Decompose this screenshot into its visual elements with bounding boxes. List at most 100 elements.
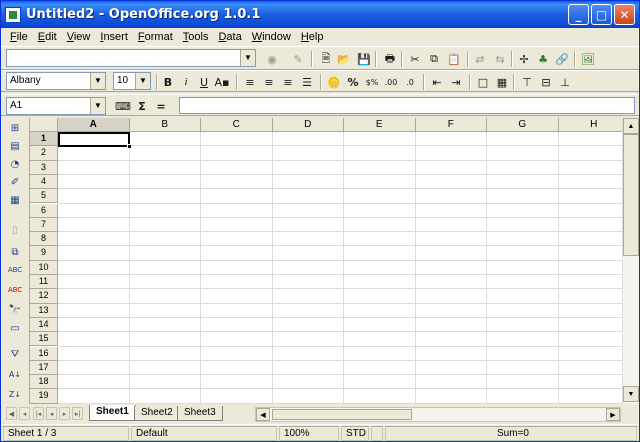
prev-sheet-icon[interactable]: ◂ xyxy=(19,407,30,420)
app-icon[interactable] xyxy=(5,6,21,23)
row-header-11[interactable]: 11 xyxy=(30,275,58,290)
autofilter-icon[interactable]: ⛛ xyxy=(7,347,23,361)
minimize-button[interactable]: _ xyxy=(568,4,589,25)
row-header-14[interactable]: 14 xyxy=(30,317,58,333)
align-middle-icon[interactable]: ⊟ xyxy=(537,73,555,91)
column-header-c[interactable]: C xyxy=(201,118,273,132)
close-button[interactable]: ✕ xyxy=(614,4,635,25)
cut-icon[interactable]: ✂ xyxy=(406,50,424,68)
copy-icon[interactable]: ⧉ xyxy=(425,50,443,68)
row-header-12[interactable]: 12 xyxy=(30,289,58,304)
insert-cells-icon[interactable]: ▤ xyxy=(7,139,23,153)
row-header-10[interactable]: 10 xyxy=(30,260,58,275)
edit-file-icon[interactable]: ✎ xyxy=(289,50,307,68)
first-tab-icon[interactable]: |◂ xyxy=(33,407,44,420)
font-name-combo[interactable]: Albany ▼ xyxy=(6,72,106,90)
menu-edit[interactable]: Edit xyxy=(33,28,62,46)
row-header-5[interactable]: 5 xyxy=(30,189,58,204)
scroll-down-icon[interactable]: ▼ xyxy=(623,386,639,402)
insert-object-icon[interactable]: ◔ xyxy=(7,157,23,171)
horizontal-scroll-thumb[interactable] xyxy=(272,409,412,420)
column-header-d[interactable]: D xyxy=(272,118,344,132)
chevron-down-icon[interactable]: ▼ xyxy=(90,73,105,89)
chevron-down-icon[interactable]: ▼ xyxy=(90,98,105,114)
function-button[interactable]: = xyxy=(152,97,170,115)
spreadsheet-grid[interactable]: A B C D E F G H 1 2 3 4 5 6 7 8 9 10 11 12 13 14 15 16 17 18 19 xyxy=(29,118,623,404)
spellcheck-icon[interactable]: ABC xyxy=(7,263,23,277)
status-mode[interactable]: STD xyxy=(341,426,369,441)
form-functions-icon[interactable]: ▦ xyxy=(7,193,23,207)
row-header-18[interactable]: 18 xyxy=(30,375,58,390)
font-size-combo[interactable]: 10 ▼ xyxy=(113,72,151,90)
stop-icon[interactable]: ◉ xyxy=(263,50,281,68)
justify-icon[interactable]: ☰ xyxy=(298,73,316,91)
menu-view[interactable]: View xyxy=(62,28,96,46)
fill-handle[interactable] xyxy=(127,144,132,149)
scroll-up-icon[interactable]: ▲ xyxy=(623,118,639,134)
insert-icon[interactable]: ⊞ xyxy=(7,121,23,135)
italic-button[interactable]: i xyxy=(177,73,195,91)
column-header-a[interactable]: A xyxy=(58,118,130,132)
percent-button[interactable]: % xyxy=(344,73,362,91)
name-box[interactable]: A1 ▼ xyxy=(6,97,106,115)
menu-file[interactable]: File xyxy=(5,28,33,46)
sum-button[interactable]: Σ xyxy=(133,97,151,115)
row-header-16[interactable]: 16 xyxy=(30,346,58,361)
title-bar[interactable]: Untitled2 - OpenOffice.org 1.0.1 _ □ ✕ xyxy=(1,1,639,28)
row-header-7[interactable]: 7 xyxy=(30,217,58,233)
column-header-b[interactable]: B xyxy=(129,118,201,132)
menu-data[interactable]: Data xyxy=(213,28,246,46)
sheet-tab-3[interactable]: Sheet3 xyxy=(177,406,223,421)
scroll-thumb[interactable] xyxy=(623,134,639,256)
align-center-icon[interactable]: ≡ xyxy=(260,73,278,91)
redo-icon[interactable]: ⇆ xyxy=(491,50,509,68)
active-cell[interactable] xyxy=(58,132,130,147)
bold-button[interactable]: B xyxy=(159,73,177,91)
menu-help[interactable]: Help xyxy=(296,28,329,46)
align-bottom-icon[interactable]: ⊥ xyxy=(556,73,574,91)
prev-tab-icon[interactable]: ◂ xyxy=(46,407,57,420)
next-tab-icon[interactable]: ▸ xyxy=(59,407,70,420)
row-header-19[interactable]: 19 xyxy=(30,389,58,404)
font-color-icon[interactable]: A▪ xyxy=(213,73,231,91)
borders-icon[interactable]: □ xyxy=(474,73,492,91)
status-page-style[interactable]: Default xyxy=(131,426,277,441)
find-replace-icon[interactable]: 🔭 xyxy=(7,303,23,317)
row-header-13[interactable]: 13 xyxy=(30,303,58,318)
print-icon[interactable]: 🖶 xyxy=(381,50,399,68)
decrease-indent-icon[interactable]: ⇤ xyxy=(428,73,446,91)
menu-tools[interactable]: Tools xyxy=(178,28,214,46)
row-header-2[interactable]: 2 xyxy=(30,146,58,161)
align-right-icon[interactable]: ≡ xyxy=(279,73,297,91)
select-all-corner[interactable] xyxy=(30,118,58,132)
horizontal-scrollbar[interactable]: ◀ ▶ xyxy=(255,407,621,422)
function-autopilot-icon[interactable]: ⌨ xyxy=(114,97,132,115)
row-header-6[interactable]: 6 xyxy=(30,203,58,218)
increase-indent-icon[interactable]: ⇥ xyxy=(447,73,465,91)
row-header-9[interactable]: 9 xyxy=(30,246,58,261)
row-header-3[interactable]: 3 xyxy=(30,160,58,175)
formula-input[interactable] xyxy=(179,97,635,114)
align-top-icon[interactable]: ⊤ xyxy=(518,73,536,91)
maximize-button[interactable]: □ xyxy=(591,4,612,25)
save-icon[interactable]: 💾 xyxy=(355,50,373,68)
auto-spellcheck-icon[interactable]: ABC xyxy=(7,283,23,297)
undo-icon[interactable]: ⇄ xyxy=(471,50,489,68)
paste-icon[interactable]: 📋 xyxy=(445,50,463,68)
stylist-icon[interactable]: ♣ xyxy=(534,50,552,68)
align-left-icon[interactable]: ≡ xyxy=(241,73,259,91)
sort-ascending-icon[interactable]: A↓ xyxy=(7,367,23,381)
underline-button[interactable]: U xyxy=(195,73,213,91)
sheet-tab-2[interactable]: Sheet2 xyxy=(134,406,180,421)
edit-chart-icon[interactable]: ▯ xyxy=(7,223,23,237)
row-header-4[interactable]: 4 xyxy=(30,174,58,190)
menu-insert[interactable]: Insert xyxy=(95,28,133,46)
add-decimal-icon[interactable]: .00 xyxy=(382,73,400,91)
url-combo[interactable]: ▼ xyxy=(6,49,256,67)
remove-decimal-icon[interactable]: .0 xyxy=(401,73,419,91)
last-tab-icon[interactable]: ▸| xyxy=(72,407,83,420)
currency-icon[interactable]: 🪙 xyxy=(325,73,343,91)
column-header-f[interactable]: F xyxy=(415,118,487,132)
show-draw-functions-icon[interactable]: ⧉ xyxy=(7,245,23,259)
navigator-icon[interactable]: ✢ xyxy=(515,50,533,68)
